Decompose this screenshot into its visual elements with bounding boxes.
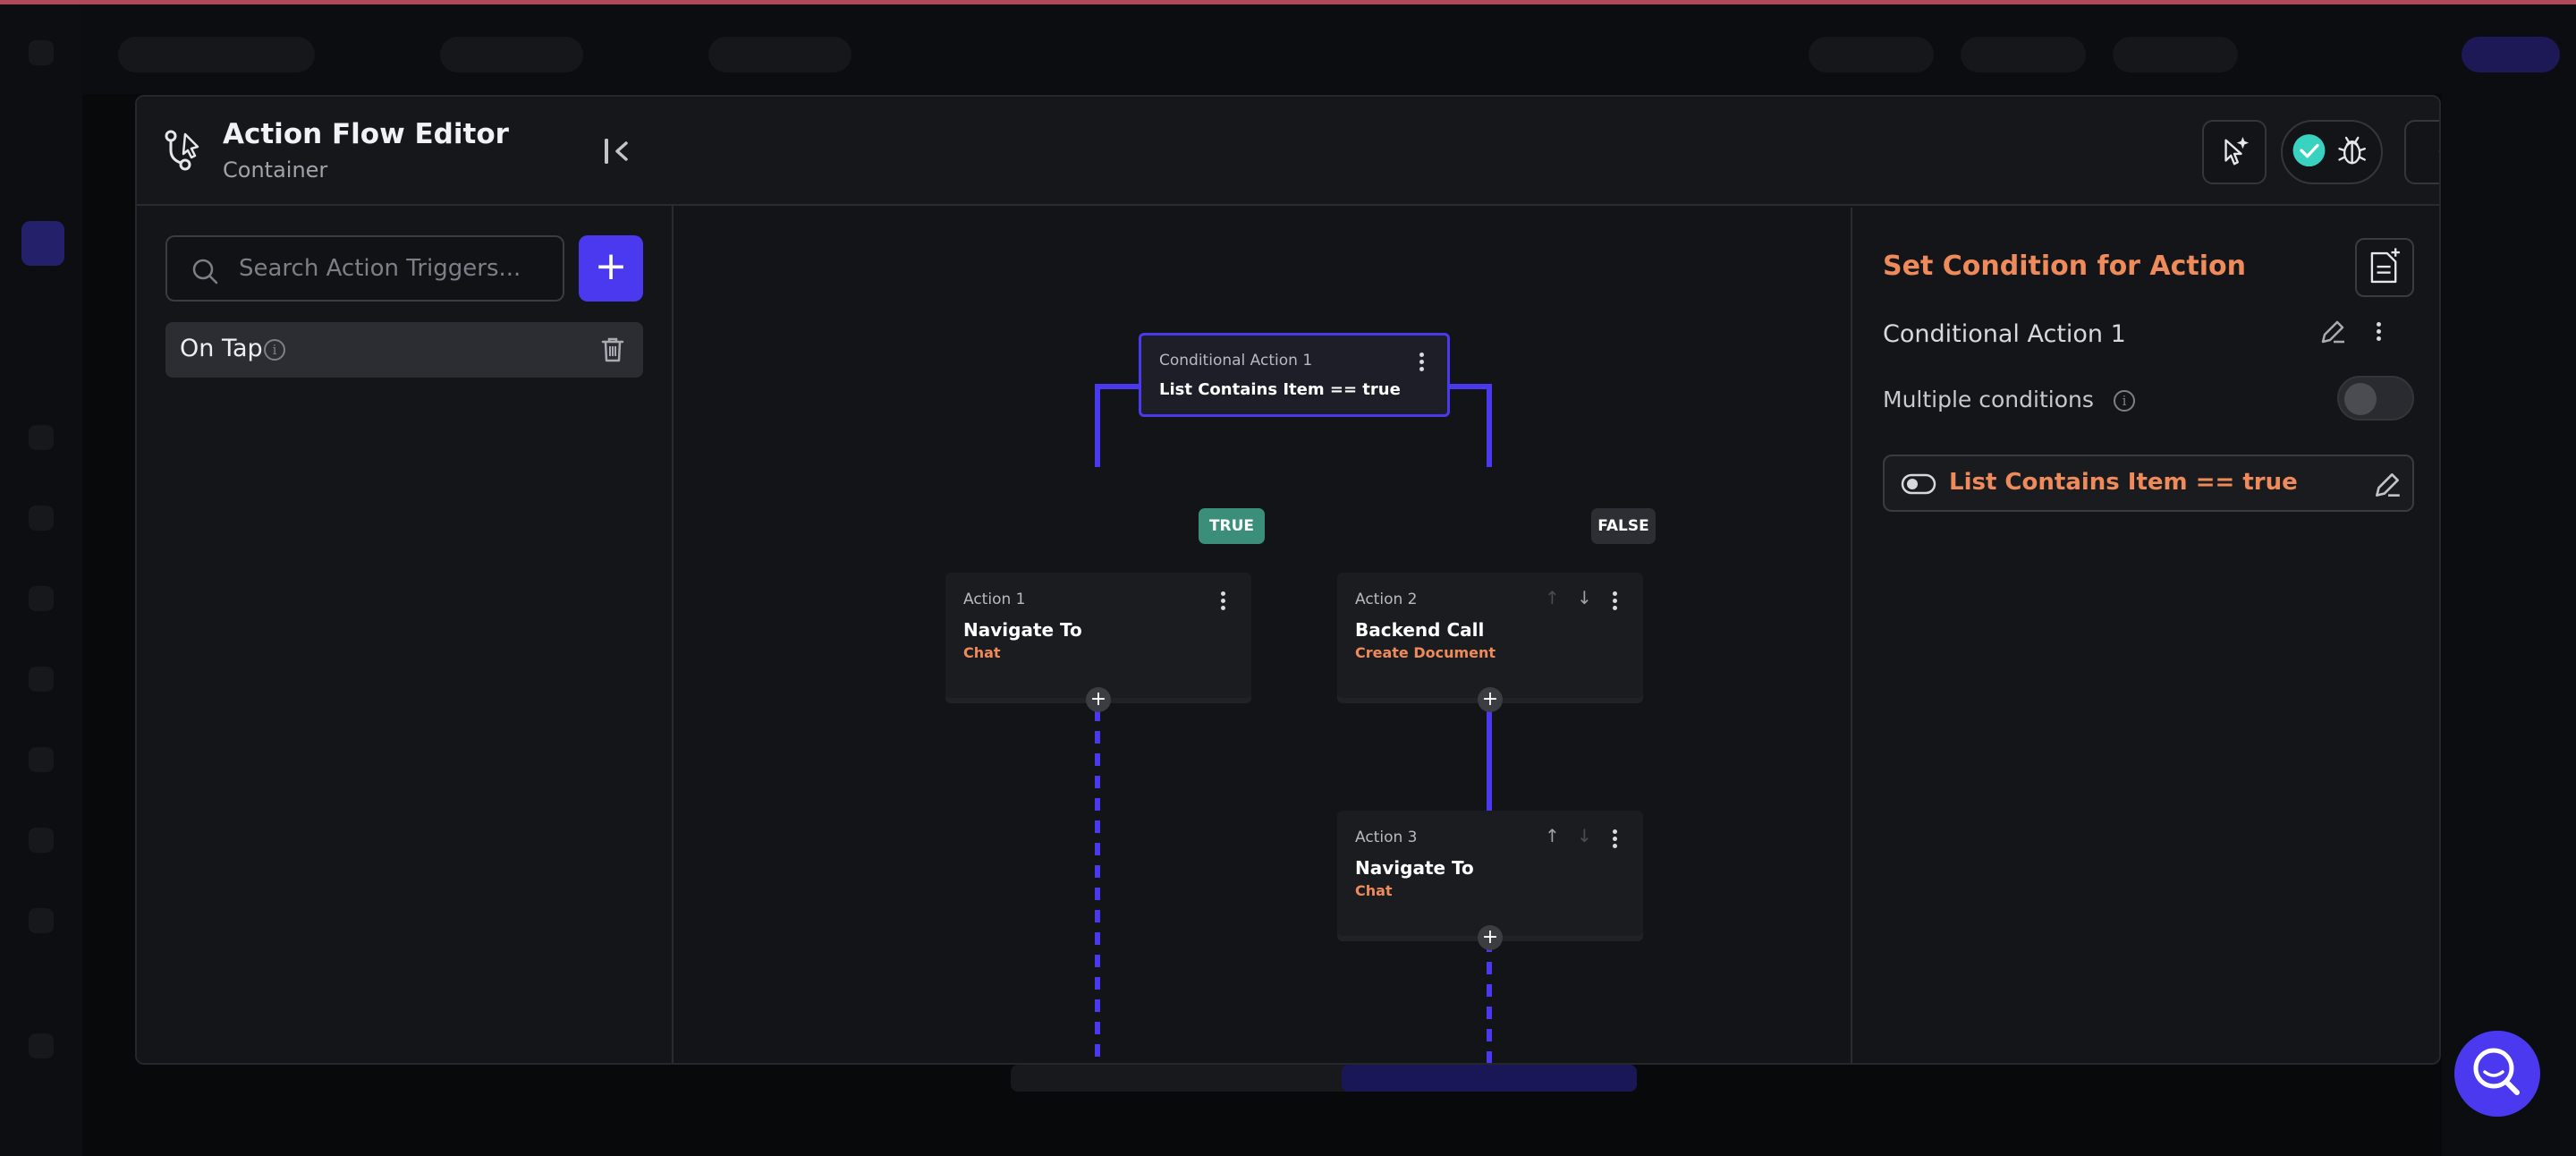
add-trigger-button[interactable]: + — [579, 235, 643, 302]
background-nav-icon — [29, 586, 54, 611]
status-icons — [2292, 134, 2367, 167]
background-nav-icon — [29, 667, 54, 692]
condition-panel: Set Condition for Action Conditional Act… — [1851, 208, 2439, 1063]
background-pill — [1961, 37, 2086, 72]
canvas-header: Close — [674, 97, 2439, 206]
move-down-icon[interactable]: ↓ — [1577, 825, 1592, 846]
node-subtitle: Chat — [963, 644, 1001, 661]
move-up-icon[interactable]: ↑ — [1545, 587, 1560, 608]
background-pill — [2462, 37, 2560, 72]
flow-canvas: Conditional Action 1 List Contains Item … — [674, 208, 1851, 1063]
search-placeholder: Search Action Triggers... — [239, 255, 521, 282]
background-nav-icon — [29, 506, 54, 531]
background-pill — [118, 37, 315, 72]
condition-panel-title: Set Condition for Action — [1883, 251, 2247, 282]
background-nav-active — [21, 221, 64, 266]
action-node-2[interactable]: Action 2 Backend Call Create Document ↑ … — [1337, 573, 1643, 698]
triggers-panel: Action Flow Editor Container Search Acti… — [137, 97, 674, 1063]
toggle-icon — [1901, 473, 1936, 495]
background-nav-icon — [29, 40, 54, 65]
node-title: Backend Call — [1355, 619, 1485, 641]
search-action-triggers[interactable]: Search Action Triggers... — [165, 235, 564, 302]
trigger-item-on-tap[interactable]: On Tap i — [165, 322, 643, 378]
background-pill — [440, 37, 583, 72]
validation-debug-group — [2281, 120, 2383, 184]
edit-condition-icon[interactable] — [2371, 469, 2403, 501]
add-action-after-1[interactable]: + — [1086, 687, 1111, 712]
search-icon — [192, 259, 218, 285]
add-action-after-3[interactable]: + — [1478, 925, 1503, 950]
multiple-conditions-label: Multiple conditions — [1883, 387, 2094, 412]
trigger-label: On Tap — [180, 335, 263, 362]
node-caption: Action 2 — [1355, 591, 1418, 608]
node-subtitle: Create Document — [1355, 644, 1496, 661]
conditional-action-node[interactable]: Conditional Action 1 List Contains Item … — [1139, 333, 1450, 417]
background-nav-icon — [29, 1033, 54, 1058]
background-bottom-bar-accent — [1342, 1065, 1637, 1092]
background-pill — [708, 37, 852, 72]
close-button[interactable]: Close — [2404, 120, 2439, 184]
page-subtitle: Container — [223, 157, 328, 183]
help-search-button[interactable] — [2454, 1031, 2540, 1117]
background-right-panel — [2442, 94, 2576, 1156]
node-title: Navigate To — [1355, 857, 1474, 879]
magic-cursor-icon — [2224, 137, 2250, 166]
move-up-icon[interactable]: ↑ — [1545, 825, 1560, 846]
document-add-icon — [2370, 248, 2400, 284]
add-action-after-2[interactable]: + — [1478, 687, 1503, 712]
more-options-icon[interactable] — [1613, 591, 1618, 611]
action-node-3[interactable]: Action 3 Navigate To Chat ↑ ↓ — [1337, 811, 1643, 936]
action-flow-icon — [165, 130, 199, 171]
collapse-panel-icon[interactable] — [602, 136, 632, 166]
background-nav-icon — [29, 828, 54, 853]
toggle-knob — [2344, 383, 2377, 415]
node-subtitle: Chat — [1355, 882, 1393, 899]
search-icon — [2473, 1048, 2520, 1095]
action-name: Conditional Action 1 — [1883, 320, 2126, 348]
multiple-conditions-toggle[interactable] — [2337, 376, 2414, 421]
info-icon[interactable]: i — [264, 339, 285, 361]
background-sidebar — [0, 4, 82, 1156]
move-down-icon[interactable]: ↓ — [1577, 587, 1592, 608]
true-branch-badge: TRUE — [1199, 508, 1265, 544]
background-nav-icon — [29, 425, 54, 450]
background-nav-icon — [29, 747, 54, 772]
more-options-icon[interactable] — [1221, 591, 1226, 611]
editor-header: Action Flow Editor Container — [137, 97, 674, 206]
node-caption: Conditional Action 1 — [1159, 352, 1313, 370]
condition-expression: List Contains Item == true — [1949, 469, 2298, 496]
more-options-icon[interactable] — [2377, 322, 2382, 342]
more-options-icon[interactable] — [1613, 829, 1618, 849]
node-caption: Action 3 — [1355, 829, 1418, 846]
node-title: Navigate To — [963, 619, 1082, 641]
background-nav-icon — [29, 908, 54, 933]
action-node-1[interactable]: Action 1 Navigate To Chat — [945, 573, 1251, 698]
info-icon[interactable]: i — [2114, 390, 2135, 412]
background-pill — [2113, 37, 2238, 72]
background-topbar — [82, 4, 2576, 94]
node-caption: Action 1 — [963, 591, 1026, 608]
node-expression: List Contains Item == true — [1159, 380, 1401, 399]
background-pill — [1809, 37, 1934, 72]
page-title: Action Flow Editor — [223, 118, 509, 150]
ai-assist-button[interactable] — [2202, 120, 2267, 184]
action-flow-editor-modal: Action Flow Editor Container Search Acti… — [135, 95, 2441, 1065]
trash-icon[interactable] — [600, 336, 625, 363]
add-note-button[interactable] — [2355, 238, 2414, 297]
condition-row[interactable]: List Contains Item == true — [1883, 455, 2414, 512]
false-branch-badge: FALSE — [1591, 508, 1656, 544]
edit-name-icon[interactable] — [2318, 317, 2348, 347]
more-options-icon[interactable] — [1419, 353, 1425, 372]
